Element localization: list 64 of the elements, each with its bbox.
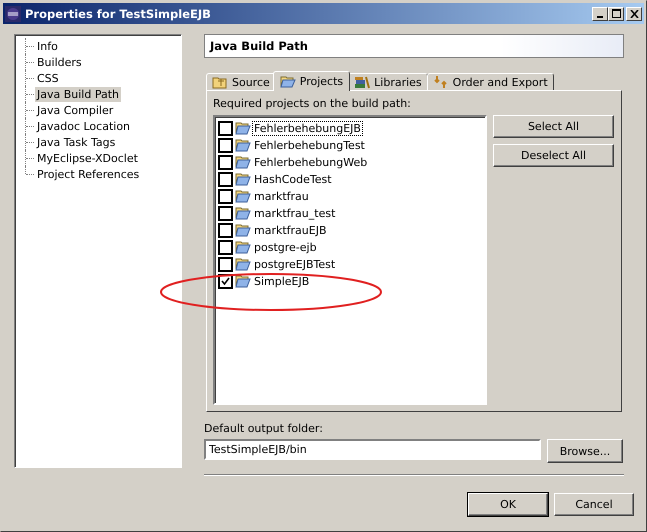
project-name[interactable]: FehlerbehebungTest: [252, 138, 367, 153]
tree-item[interactable]: Java Build Path: [35, 86, 122, 102]
checkbox[interactable]: [218, 189, 233, 204]
project-name[interactable]: postgreEJBTest: [252, 257, 338, 272]
dialog-button[interactable]: Cancel: [554, 493, 634, 516]
folder-icon: [235, 258, 251, 271]
tab[interactable]: Libraries: [348, 73, 428, 90]
folder-package-icon: [212, 75, 228, 89]
tree-item[interactable]: Project References: [35, 166, 142, 182]
maximize-button[interactable]: [608, 6, 624, 20]
select-button[interactable]: Deselect All: [493, 144, 614, 167]
project-name[interactable]: HashCodeTest: [252, 172, 334, 187]
check-icon: [221, 277, 230, 286]
folder-icon: [235, 224, 251, 237]
output-folder-field[interactable]: TestSimpleEJB/bin: [204, 439, 541, 460]
folder-icon: [235, 190, 251, 203]
books-icon: [354, 75, 370, 89]
list-label: Required projects on the build path:: [213, 97, 412, 110]
maximize-icon: [612, 9, 620, 18]
folder-icon: [235, 207, 251, 220]
up-down-arrows-icon: [432, 75, 449, 89]
folder-icon: [235, 275, 251, 288]
project-name[interactable]: SimpleEJB: [252, 274, 312, 289]
project-name[interactable]: marktfrau_test: [252, 206, 338, 221]
folder-icon: [235, 173, 251, 186]
folder-icon: [280, 74, 296, 88]
window-title: Properties for TestSimpleEJB: [25, 6, 212, 20]
output-folder-label: Default output folder:: [204, 422, 324, 435]
project-name[interactable]: marktfrauEJB: [252, 223, 329, 238]
close-icon: [630, 10, 638, 18]
tree-item[interactable]: Info: [35, 38, 60, 54]
project-name[interactable]: FehlerbehebungEJB: [252, 121, 363, 136]
checkbox[interactable]: [218, 138, 233, 153]
dialog-button[interactable]: OK: [468, 493, 548, 516]
tree-item[interactable]: Builders: [35, 54, 84, 70]
checkbox[interactable]: [218, 121, 233, 136]
checkbox[interactable]: [218, 223, 233, 238]
minimize-icon: [597, 16, 603, 18]
folder-icon: [235, 122, 251, 135]
project-name[interactable]: marktfrau: [252, 189, 311, 204]
folder-icon: [235, 241, 251, 254]
folder-icon: [235, 156, 251, 169]
minimize-button[interactable]: [592, 6, 608, 20]
checkbox[interactable]: [218, 155, 233, 170]
eclipse-icon: [5, 6, 21, 22]
tab[interactable]: Source: [206, 73, 276, 90]
folder-icon: [235, 139, 251, 152]
checkbox[interactable]: [218, 240, 233, 255]
project-name[interactable]: postgre-ejb: [252, 240, 319, 255]
checkbox[interactable]: [218, 206, 233, 221]
tree-item[interactable]: CSS: [35, 70, 61, 86]
tree-item[interactable]: Java Task Tags: [35, 134, 118, 150]
page-title: Java Build Path: [210, 39, 308, 53]
select-button[interactable]: Select All: [493, 115, 614, 138]
tree-item[interactable]: MyEclipse-XDoclet: [35, 150, 140, 166]
tree-item[interactable]: Java Compiler: [35, 102, 116, 118]
checkbox[interactable]: [218, 257, 233, 272]
checkbox[interactable]: [218, 172, 233, 187]
close-button[interactable]: [626, 6, 642, 20]
browse-button[interactable]: Browse...: [547, 439, 623, 463]
tab[interactable]: Order and Export: [426, 73, 554, 90]
tree-item[interactable]: Javadoc Location: [35, 118, 132, 134]
project-name[interactable]: FehlerbehebungWeb: [252, 155, 370, 170]
tab[interactable]: Projects: [272, 71, 350, 91]
